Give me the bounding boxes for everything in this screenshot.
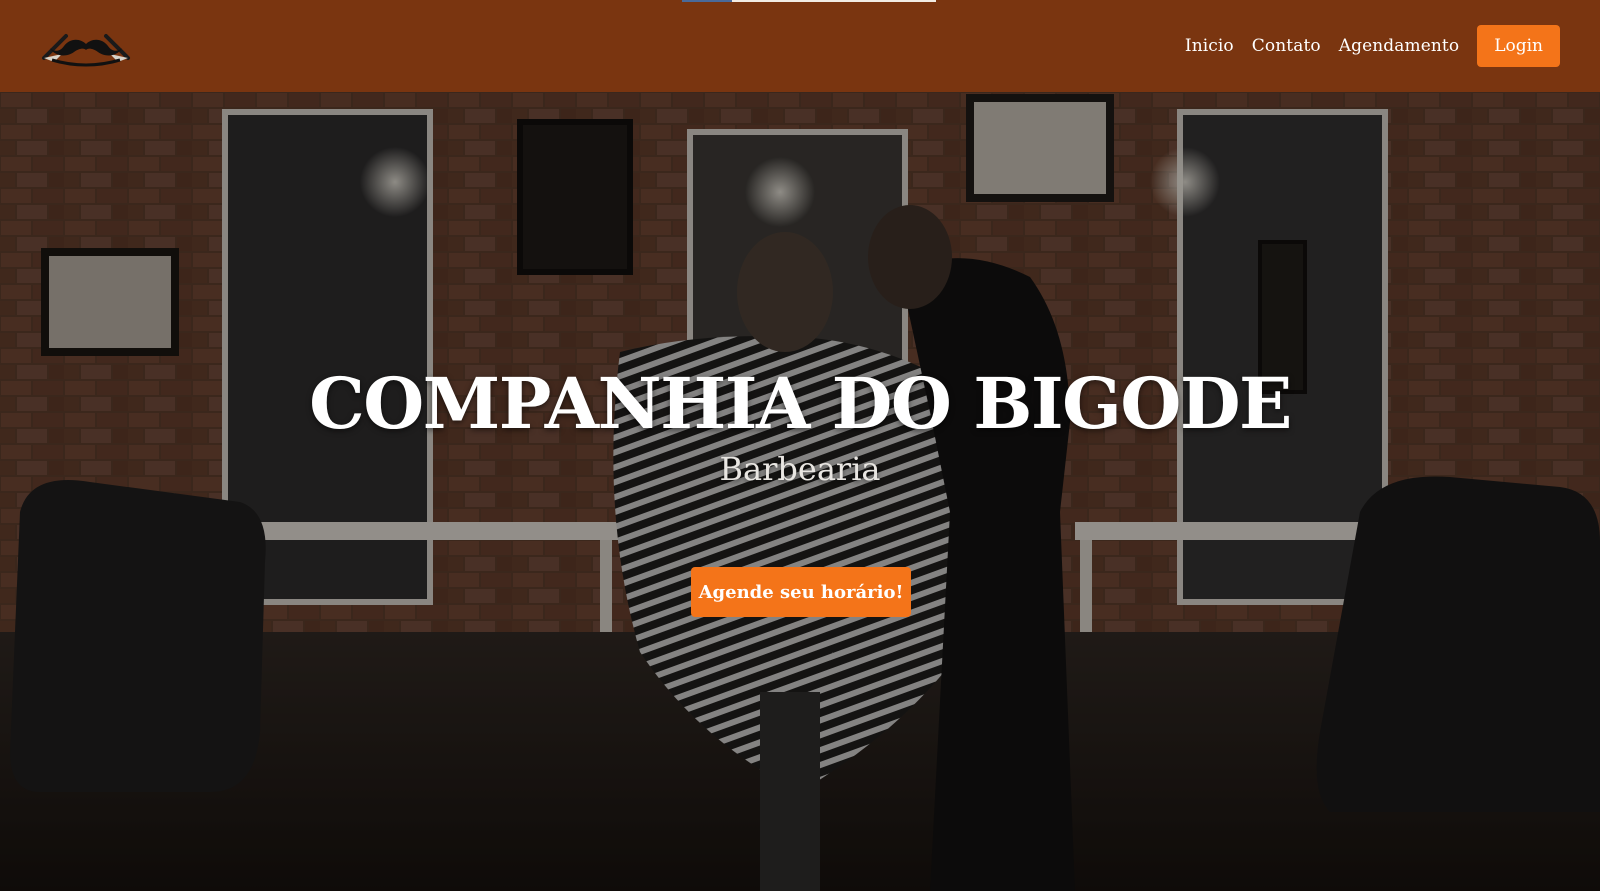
nav-link-inicio[interactable]: Inicio [1185,36,1234,56]
mustache-razor-logo-icon [42,34,130,67]
nav-link-agendamento[interactable]: Agendamento [1339,36,1459,56]
page: Inicio Contato Agendamento Login COMPANH… [0,0,1600,891]
navbar: Inicio Contato Agendamento Login [0,0,1600,92]
schedule-button[interactable]: Agende seu horário! [691,567,911,617]
hero-section: COMPANHIA DO BIGODE Barbearia Agende seu… [0,92,1600,891]
hero-title: COMPANHIA DO BIGODE [309,362,1292,445]
nav-menu: Inicio Contato Agendamento Login [1185,25,1560,67]
hero-subtitle: Barbearia [719,450,881,488]
nav-link-contato[interactable]: Contato [1252,36,1321,56]
logo-link[interactable] [40,22,132,68]
login-button[interactable]: Login [1477,25,1560,67]
hero-content: COMPANHIA DO BIGODE Barbearia Agende seu… [0,92,1600,891]
top-strip [682,0,936,2]
